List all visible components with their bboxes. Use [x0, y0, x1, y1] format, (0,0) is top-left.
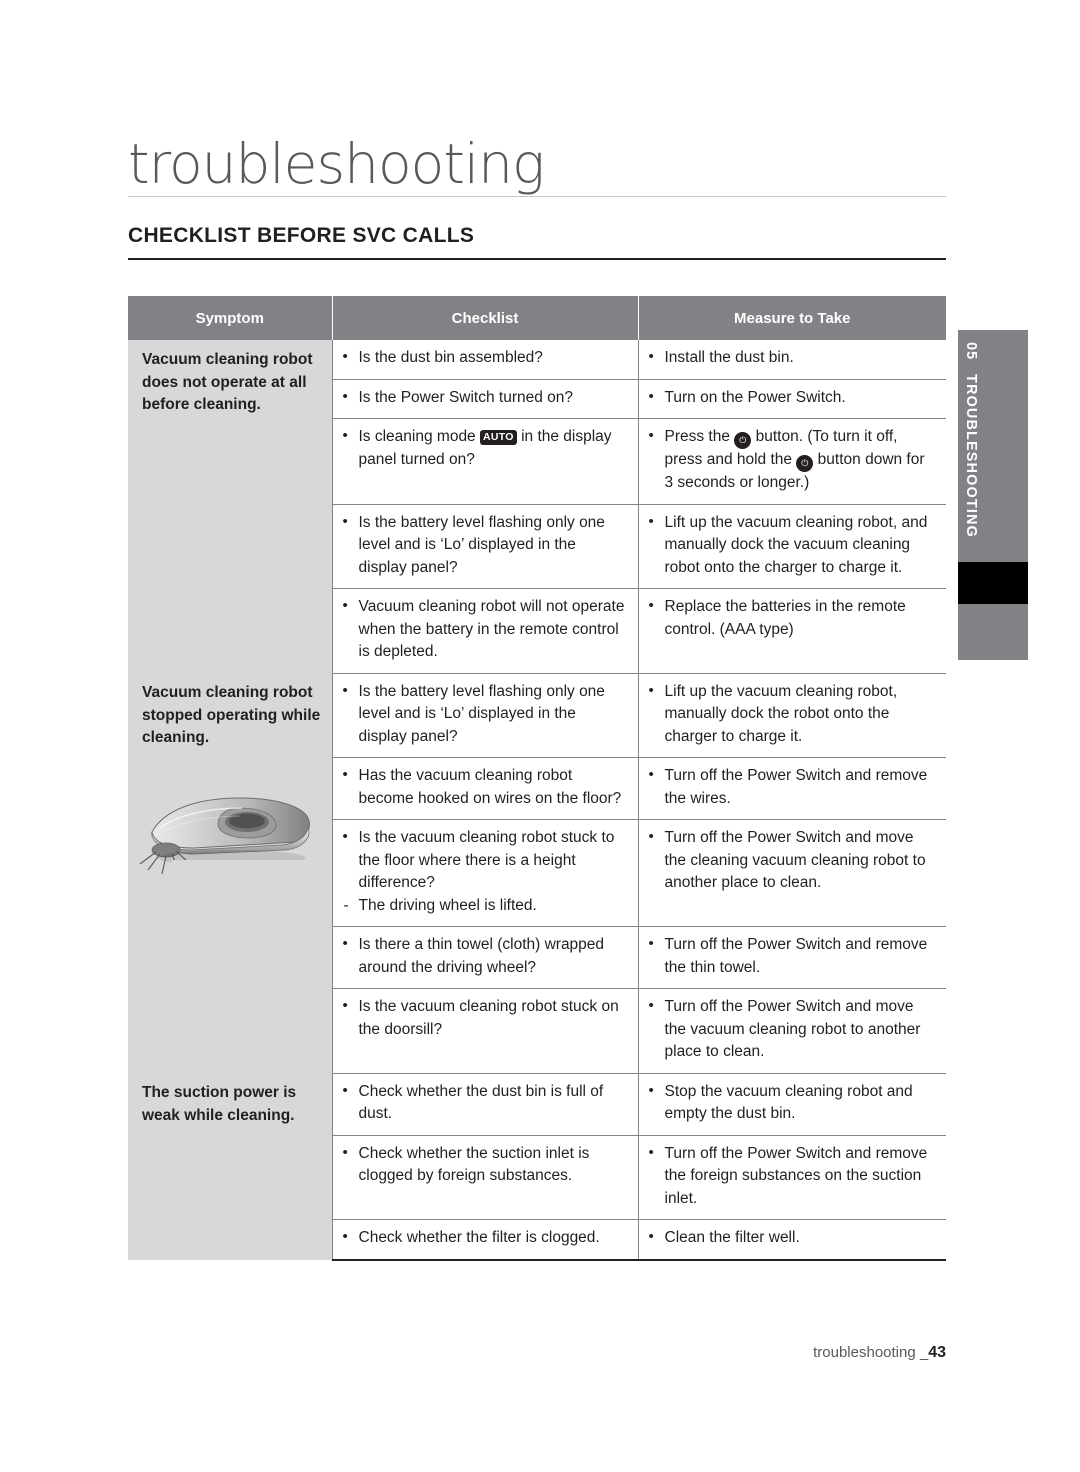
table-row: Vacuum cleaning robot stopped operating … [128, 673, 946, 1073]
chapter-tab-text: 05 TROUBLESHOOTING [958, 330, 1028, 660]
checklist-cell: Check whether the filter is clogged. [331, 1219, 638, 1261]
measure-cell: Install the dust bin. [637, 340, 946, 380]
measure-cell: Replace the batteries in the remote cont… [637, 588, 946, 674]
title-divider [128, 196, 946, 197]
auto-mode-icon: AUTO [480, 430, 517, 445]
table-header-measure: Measure to Take [637, 296, 946, 340]
chapter-number: 05 [963, 342, 979, 361]
checklist-cell: Is the vacuum cleaning robot stuck on th… [331, 988, 638, 1074]
section-heading: CHECKLIST BEFORE SVC CALLS [128, 224, 475, 247]
measure-cell: Turn off the Power Switch and move the c… [637, 819, 946, 927]
measure-cell: Turn off the Power Switch and move the v… [637, 988, 946, 1074]
checklist-cell: Check whether the suction inlet is clogg… [331, 1135, 638, 1220]
robot-illustration [139, 797, 322, 894]
checklist-cell: Is the battery level flashing only one l… [331, 673, 638, 758]
section-divider [128, 258, 946, 260]
checklist-cell: Is the battery level flashing only one l… [331, 504, 638, 589]
symptom-cell: Vacuum cleaning robot does not operate a… [128, 340, 332, 673]
table-header-symptom: Symptom [128, 296, 332, 340]
checklist-cell: Is there a thin towel (cloth) wrapped ar… [331, 926, 638, 989]
checklist-cell: Is the vacuum cleaning robot stuck to th… [331, 819, 638, 927]
measure-cell: Press the ⏻ button. (To turn it off, pre… [637, 418, 946, 505]
measure-cell: Turn off the Power Switch and remove the… [637, 926, 946, 989]
power-icon: ⏻ [796, 455, 814, 472]
measure-cell: Stop the vacuum cleaning robot and empty… [637, 1073, 946, 1136]
symptom-cell: The suction power is weak while cleaning… [128, 1073, 332, 1260]
checklist-cell: Check whether the dust bin is full of du… [331, 1073, 638, 1136]
table-header-checklist: Checklist [331, 296, 638, 340]
checklist-cell: Has the vacuum cleaning robot become hoo… [331, 757, 638, 820]
measure-cell: Lift up the vacuum cleaning robot, manua… [637, 673, 946, 758]
measure-cell: Turn off the Power Switch and remove the… [637, 1135, 946, 1220]
power-icon: ⏻ [734, 432, 752, 449]
page-footer: troubleshooting _43 [813, 1344, 946, 1361]
chapter-label: TROUBLESHOOTING [963, 374, 979, 538]
table-row: The suction power is weak while cleaning… [128, 1073, 946, 1260]
checklist-cell: Is the Power Switch turned on? [331, 379, 638, 419]
checklist-table: Symptom Checklist Measure to Take Vacuum… [128, 296, 946, 1261]
page-number: 43 [928, 1344, 946, 1361]
checklist-cell: Is cleaning mode AUTO in the display pan… [331, 418, 638, 505]
measure-cell: Lift up the vacuum cleaning robot, and m… [637, 504, 946, 589]
table-row: Vacuum cleaning robot does not operate a… [128, 340, 946, 673]
page-title: troubleshooting [128, 132, 545, 196]
checklist-cell: Is the dust bin assembled? [331, 340, 638, 380]
measure-cell: Clean the filter well. [637, 1219, 946, 1261]
measure-cell: Turn on the Power Switch. [637, 379, 946, 419]
checklist-cell: Vacuum cleaning robot will not operate w… [331, 588, 638, 674]
measure-cell: Turn off the Power Switch and remove the… [637, 757, 946, 820]
